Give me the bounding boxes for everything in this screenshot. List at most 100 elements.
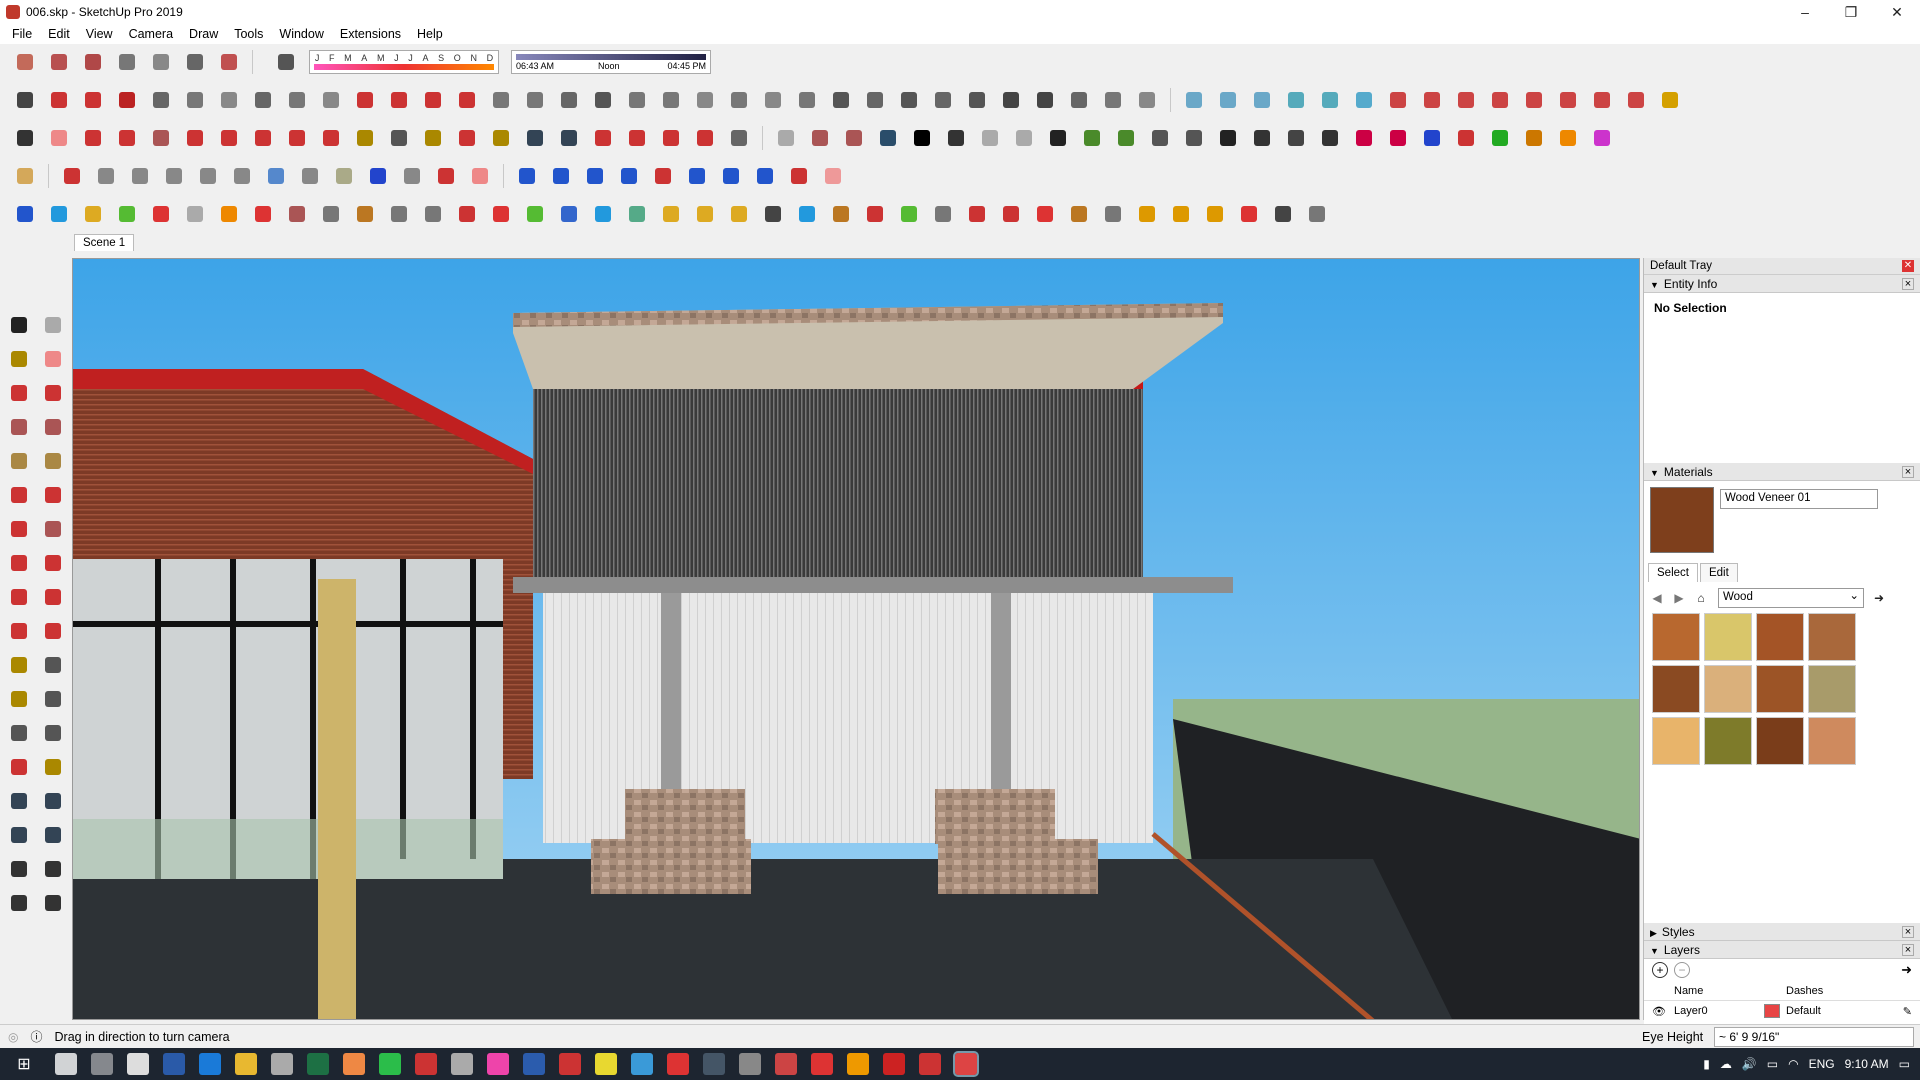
top-view-icon[interactable]	[46, 49, 72, 75]
export-icon[interactable]	[977, 125, 1003, 151]
circle-shape-icon[interactable]	[127, 163, 153, 189]
stair-icon[interactable]	[488, 87, 514, 113]
roof-icon[interactable]	[522, 87, 548, 113]
pan-icon[interactable]	[488, 125, 514, 151]
tape-measure-icon[interactable]	[6, 652, 32, 678]
warehouse-model-icon[interactable]	[1147, 125, 1173, 151]
plane-yellow-icon[interactable]	[80, 201, 106, 227]
zoom-extents-icon[interactable]	[6, 822, 32, 848]
paint-bucket-icon[interactable]	[420, 125, 446, 151]
material-swatch[interactable]	[1756, 613, 1804, 661]
solid-intersect-icon[interactable]	[1249, 87, 1275, 113]
polygon-icon[interactable]	[40, 448, 66, 474]
look-around-icon[interactable]	[40, 856, 66, 882]
freehand-icon[interactable]	[46, 87, 72, 113]
layer-details-icon[interactable]: ➜	[1901, 962, 1912, 978]
eraser-curve-icon[interactable]	[80, 87, 106, 113]
plane-light-icon[interactable]	[46, 201, 72, 227]
axis-tool-icon[interactable]	[582, 163, 608, 189]
solid-split-icon[interactable]	[1317, 87, 1343, 113]
gear-shape-icon[interactable]	[148, 87, 174, 113]
building-icon[interactable]	[1181, 125, 1207, 151]
material-swatch[interactable]	[1808, 717, 1856, 765]
materials-header[interactable]: ▼ Materials ×	[1644, 463, 1920, 481]
pdf-icon[interactable]	[775, 1053, 797, 1075]
previous-view-icon[interactable]	[40, 822, 66, 848]
plane-gray-icon[interactable]	[182, 201, 208, 227]
sticky-notes-icon[interactable]	[595, 1053, 617, 1075]
make-component-icon[interactable]	[40, 312, 66, 338]
menu-edit[interactable]: Edit	[40, 27, 78, 41]
minimize-button[interactable]: –	[1782, 0, 1828, 24]
select-similar-icon[interactable]	[1589, 87, 1615, 113]
badge-icon[interactable]	[1032, 201, 1058, 227]
tiles-icon[interactable]	[1134, 201, 1160, 227]
twist-icon[interactable]	[1066, 87, 1092, 113]
select-arrow-icon[interactable]	[6, 312, 32, 338]
app-mid-icon[interactable]	[739, 1053, 761, 1075]
note-icon[interactable]	[12, 163, 38, 189]
gear-icon[interactable]	[1045, 125, 1071, 151]
curve-yellow2-icon[interactable]	[726, 201, 752, 227]
curve-icon[interactable]	[216, 87, 242, 113]
layer-name[interactable]: Layer0	[1674, 1005, 1764, 1017]
axes-icon[interactable]	[1351, 125, 1377, 151]
lumion-icon[interactable]	[875, 125, 901, 151]
scale-icon[interactable]	[318, 125, 344, 151]
arc-joint-icon[interactable]	[454, 87, 480, 113]
add-layer-icon[interactable]: +	[1652, 962, 1668, 978]
rotated-rectangle-icon[interactable]	[40, 414, 66, 440]
copy-icon[interactable]	[964, 201, 990, 227]
sketchup3-icon[interactable]	[919, 1053, 941, 1075]
model-viewport[interactable]	[72, 258, 1640, 1020]
store-icon[interactable]	[271, 1053, 293, 1075]
menu-view[interactable]: View	[78, 27, 121, 41]
follow-me-icon[interactable]	[216, 125, 242, 151]
zoom-icon[interactable]	[6, 788, 32, 814]
plane-red-icon[interactable]	[148, 201, 174, 227]
app-pink-icon[interactable]	[487, 1053, 509, 1075]
rectangle-icon[interactable]	[148, 125, 174, 151]
make-group-icon[interactable]	[548, 163, 574, 189]
axes-x-icon[interactable]	[1555, 125, 1581, 151]
hand-icon[interactable]	[590, 87, 616, 113]
section-icon[interactable]	[718, 163, 744, 189]
sphere-icon[interactable]	[250, 87, 276, 113]
garage-icon[interactable]	[1317, 125, 1343, 151]
search-shape-icon[interactable]	[399, 163, 425, 189]
explode-icon[interactable]	[1304, 201, 1330, 227]
slats-icon[interactable]	[930, 87, 956, 113]
notifications-icon[interactable]: ▭	[1899, 1057, 1910, 1071]
lattice-icon[interactable]	[862, 87, 888, 113]
two-point-arc-icon[interactable]	[40, 482, 66, 508]
sketchup2-icon[interactable]	[811, 1053, 833, 1075]
knife-icon[interactable]	[726, 87, 752, 113]
date-slider[interactable]: J F M A M J J A S O N D	[309, 50, 499, 74]
pan-icon[interactable]	[40, 754, 66, 780]
material-library-select[interactable]: Wood	[1718, 588, 1864, 608]
house-open-icon[interactable]	[1283, 125, 1309, 151]
component-icon[interactable]	[807, 125, 833, 151]
select-icon[interactable]	[12, 125, 38, 151]
rotate-icon[interactable]	[6, 584, 32, 610]
oval-icon[interactable]	[195, 163, 221, 189]
ruby-icon[interactable]	[692, 125, 718, 151]
rotate-fix-icon[interactable]	[1419, 87, 1445, 113]
zoom-extents-icon[interactable]	[556, 125, 582, 151]
axes-blue-icon[interactable]	[1419, 125, 1445, 151]
axes-green-icon[interactable]	[1487, 125, 1513, 151]
orbit-icon[interactable]	[6, 754, 32, 780]
app-blue-icon[interactable]	[631, 1053, 653, 1075]
info-icon[interactable]: ⓘ	[30, 1028, 42, 1045]
extension-warehouse-icon[interactable]	[624, 125, 650, 151]
menu-extensions[interactable]: Extensions	[332, 27, 409, 41]
position-camera-icon[interactable]	[6, 856, 32, 882]
layer-dashes[interactable]: Default	[1786, 1005, 1821, 1017]
cone-icon[interactable]	[590, 201, 616, 227]
pen-icon[interactable]	[59, 163, 85, 189]
tools-icon[interactable]	[1487, 87, 1513, 113]
word-icon[interactable]	[523, 1053, 545, 1075]
eraser-small-icon[interactable]	[467, 163, 493, 189]
grid-tool-icon[interactable]	[760, 87, 786, 113]
time-slider[interactable]: 06:43 AM Noon 04:45 PM	[511, 50, 711, 74]
